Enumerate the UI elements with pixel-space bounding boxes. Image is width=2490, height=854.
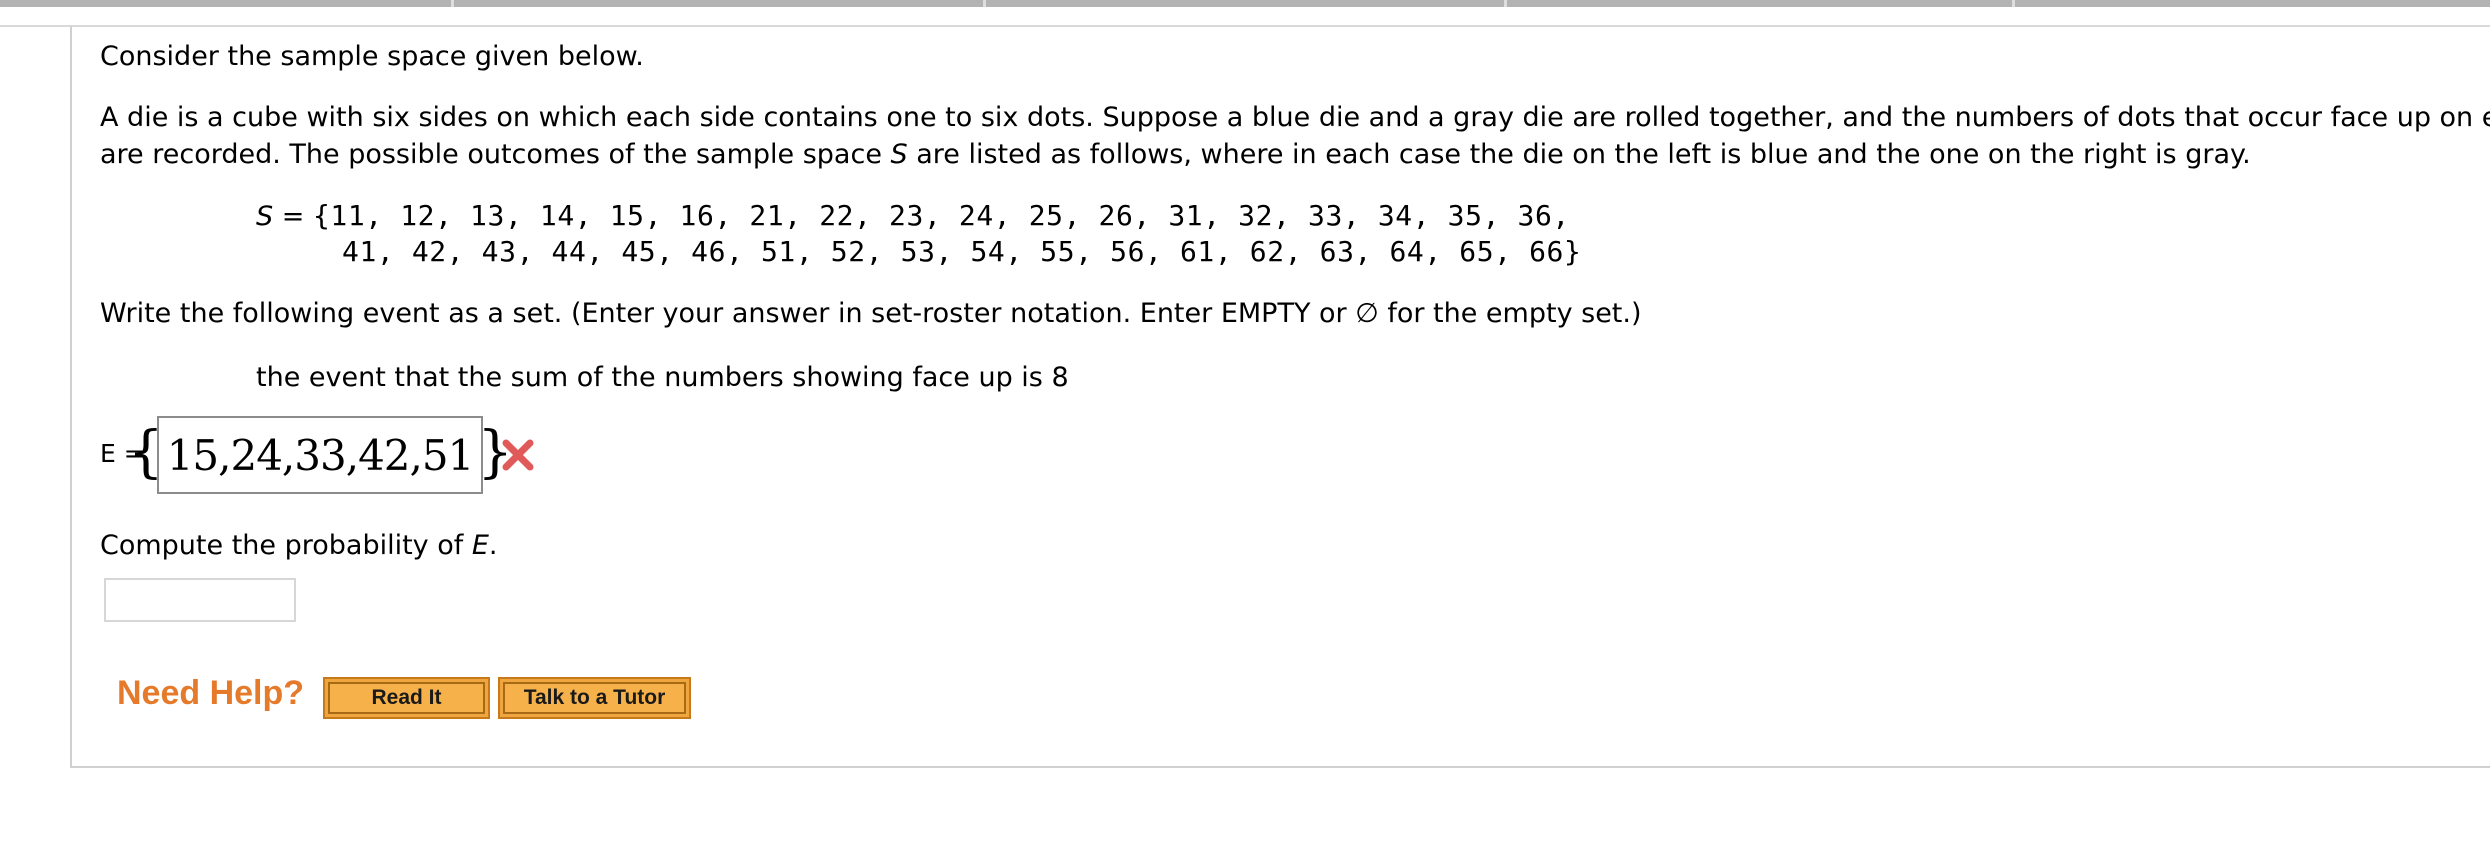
talk-to-tutor-button[interactable]: Talk to a Tutor [498, 677, 691, 719]
sample-space-line1: S = {11, 12, 13, 14, 15, 16, 21, 22, 23,… [256, 198, 1570, 235]
sample-space-values: 41, 42, 43, 44, 45, 46, 51, 52, 53, 54, … [342, 235, 1582, 268]
top-tab-strip [0, 0, 2490, 7]
probability-prompt: Compute the probability of E. [100, 528, 498, 564]
question-description-line1: A die is a cube with six sides on which … [100, 102, 2490, 133]
tab-separator [2012, 0, 2015, 7]
description-text: are listed as follows, where in each cas… [907, 139, 2251, 170]
need-help-label: Need Help? [117, 674, 305, 712]
description-text: are recorded. The possible outcomes of t… [100, 139, 891, 170]
sample-space-symbol: S [890, 139, 908, 170]
tab-separator [983, 0, 986, 7]
event-description: the event that the sum of the numbers sh… [256, 362, 1069, 393]
read-it-label: Read It [328, 682, 485, 714]
sample-space-symbol: S [256, 201, 274, 232]
sample-space-line2: 41, 42, 43, 44, 45, 46, 51, 52, 53, 54, … [342, 234, 1581, 271]
prompt-text: . [488, 530, 498, 561]
prompt-text: Compute the probability of [100, 530, 472, 561]
incorrect-x-icon [502, 439, 534, 471]
answer-set-input[interactable]: { 15,24,33,42,51 } [128, 416, 513, 494]
equals-sign: = [273, 201, 313, 232]
tab-separator [451, 0, 454, 7]
read-it-button[interactable]: Read It [323, 677, 490, 719]
talk-to-tutor-label: Talk to a Tutor [503, 682, 686, 714]
open-brace: { [128, 420, 164, 485]
event-symbol: E [471, 530, 489, 561]
tab-separator [1504, 0, 1507, 7]
question-intro: Consider the sample space given below. [100, 41, 644, 72]
probability-input[interactable] [104, 578, 296, 622]
question-description-line2: are recorded. The possible outcomes of t… [100, 137, 2251, 173]
sample-space-values: {11, 12, 13, 14, 15, 16, 21, 22, 23, 24,… [312, 199, 1570, 232]
answer-set-value: 15,24,33,42,51 [166, 430, 475, 480]
question-instruction: Write the following event as a set. (Ent… [100, 298, 1642, 329]
